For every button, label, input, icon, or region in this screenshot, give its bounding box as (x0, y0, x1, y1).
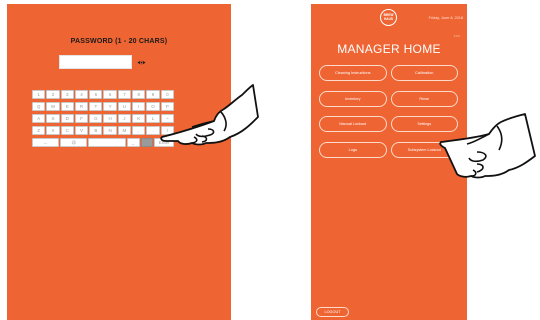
key[interactable]: 3 (60, 90, 74, 99)
key[interactable]: E (60, 102, 74, 111)
key[interactable]: U (117, 102, 132, 111)
on-screen-keyboard: 1 2 3 4 5 6 7 8 9 0 Q W E R T Y U I O P … (32, 90, 175, 150)
key[interactable]: J (117, 114, 132, 123)
key[interactable]: T (89, 102, 103, 111)
backspace-key[interactable]: ← (32, 138, 60, 147)
password-title: PASSWORD (1 - 20 CHARS) (70, 38, 168, 45)
key[interactable]: Z (32, 126, 46, 135)
underscore-key[interactable]: _ (126, 138, 140, 147)
key[interactable]: A (32, 114, 46, 123)
key[interactable]: 5 (89, 90, 103, 99)
inventory-button[interactable]: Inventory (319, 90, 387, 107)
date-label: Friday, June 8, 2018 (428, 16, 463, 20)
key[interactable]: Y (103, 102, 117, 111)
key[interactable]: B (89, 126, 103, 135)
keyboard-row-qwerty: Q W E R T Y U I O P (32, 102, 174, 111)
key[interactable]: 7 (117, 90, 132, 99)
pointing-hand-icon (439, 113, 536, 179)
version-label: 0.0.0 (453, 34, 460, 38)
manual-lockout-button[interactable]: Manual Lockout (319, 116, 387, 132)
key[interactable]: R (74, 102, 89, 111)
key[interactable]: G (89, 114, 103, 123)
key[interactable]: 6 (103, 90, 117, 99)
logs-button[interactable]: Logs (319, 141, 387, 158)
key[interactable]: I (132, 102, 146, 111)
keyboard-row-bottom: ← @ _ Enter (32, 138, 175, 147)
key[interactable]: N (103, 126, 117, 135)
calibration-button[interactable]: Calibration (390, 65, 458, 81)
keyboard-row-numbers: 1 2 3 4 5 6 7 8 9 0 (32, 90, 174, 99)
brand-logo: BREW HAUS (380, 9, 397, 26)
logout-button[interactable]: LOGOUT (316, 307, 349, 317)
rinse-button[interactable]: Rinse (390, 90, 458, 107)
page-title: MANAGER HOME (337, 42, 441, 56)
key[interactable]: M (117, 126, 132, 135)
key[interactable]: W (46, 102, 60, 111)
key[interactable]: C (60, 126, 74, 135)
key[interactable]: S (46, 114, 60, 123)
cleaning-instructions-button[interactable]: Cleaning Instructions (319, 65, 387, 81)
key[interactable]: D (60, 114, 74, 123)
pointing-hand-icon (160, 84, 259, 146)
eye-icon[interactable] (137, 58, 146, 67)
at-key[interactable]: @ (60, 138, 88, 147)
key[interactable]: H (103, 114, 117, 123)
key[interactable]: 8 (132, 90, 146, 99)
key[interactable]: , (132, 126, 146, 135)
password-screen: PASSWORD (1 - 20 CHARS) 1 2 3 4 5 6 7 8 … (7, 4, 231, 320)
key[interactable]: K (132, 114, 146, 123)
key[interactable]: X (46, 126, 60, 135)
space-key[interactable] (88, 138, 126, 147)
password-input[interactable] (59, 55, 132, 69)
key[interactable]: 1 (32, 90, 46, 99)
key[interactable]: V (74, 126, 89, 135)
shift-key[interactable] (140, 138, 154, 147)
keyboard-row-asdf: A S D F G H J K L ~ (32, 114, 174, 123)
key[interactable]: F (74, 114, 89, 123)
key[interactable]: 4 (74, 90, 89, 99)
key[interactable]: 2 (46, 90, 60, 99)
key[interactable]: Q (32, 102, 46, 111)
keyboard-row-zxcv: Z X C V B N M , . / (32, 126, 174, 135)
